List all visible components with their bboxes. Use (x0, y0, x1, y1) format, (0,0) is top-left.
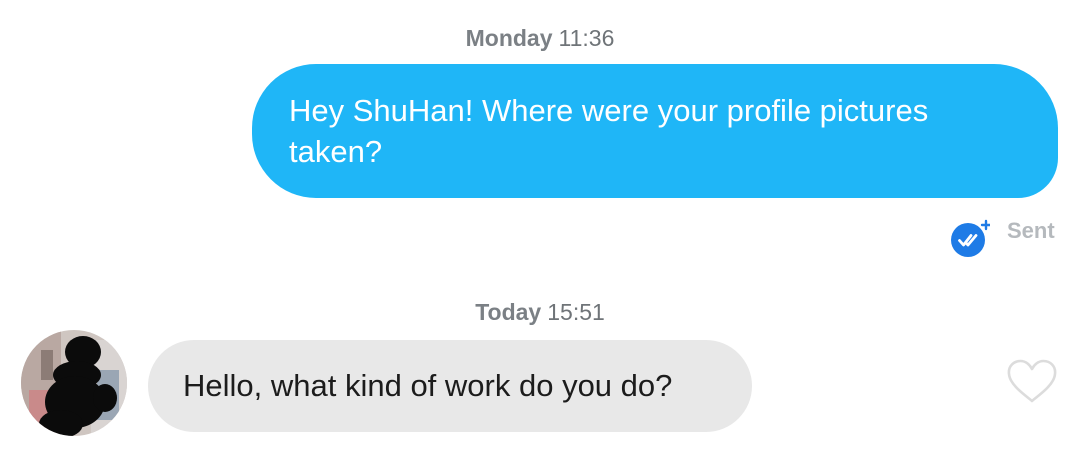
timestamp-day: Today (475, 299, 542, 325)
heart-outline-icon[interactable] (1006, 358, 1058, 404)
chat-thread: Monday 11:36 Hey ShuHan! Where were your … (0, 0, 1080, 474)
timestamp-day: Monday (465, 25, 553, 51)
message-status: Sent (1007, 218, 1055, 243)
double-check-badge-icon (951, 219, 990, 257)
incoming-message-bubble[interactable]: Hello, what kind of work do you do? (148, 340, 752, 432)
message-timestamp: Monday 11:36 (0, 25, 1080, 52)
timestamp-time: 15:51 (547, 299, 605, 325)
timestamp-time: 11:36 (558, 25, 615, 51)
outgoing-message-bubble[interactable]: Hey ShuHan! Where were your profile pict… (252, 64, 1058, 198)
outgoing-message-text: Hey ShuHan! Where were your profile pict… (289, 93, 929, 169)
avatar[interactable] (21, 330, 127, 436)
incoming-message-text: Hello, what kind of work do you do? (183, 368, 673, 403)
message-timestamp: Today 15:51 (0, 299, 1080, 326)
avatar-image (21, 330, 127, 436)
